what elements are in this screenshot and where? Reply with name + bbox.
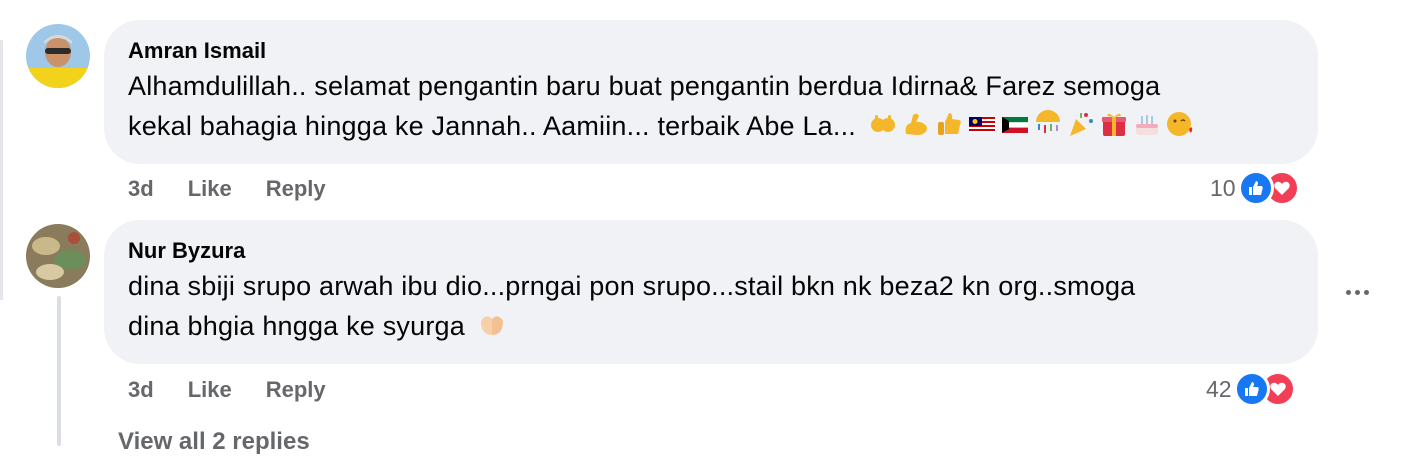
reaction-summary[interactable]: 10	[1210, 170, 1300, 206]
reply-button[interactable]: Reply	[266, 377, 326, 403]
comment-text-line-2: dina bhgia hngga ke syurga	[128, 311, 465, 341]
reply-button[interactable]: Reply	[266, 176, 326, 202]
like-reaction-icon	[1233, 371, 1270, 407]
avatar-nur-byzura[interactable]	[26, 224, 90, 288]
comment-text-line-2: kekal bahagia hingga ke Jannah.. Aamiin.…	[128, 111, 856, 141]
comment-actions: 3d Like Reply	[128, 176, 326, 202]
comment-text: dina sbiji srupo arwah ibu dio...prngai …	[128, 266, 1294, 346]
confetti-ball-icon	[1035, 110, 1060, 133]
comment-bubble: Amran Ismail Alhamdulillah.. selamat pen…	[104, 20, 1318, 164]
flexed-biceps-icon	[905, 113, 927, 135]
more-options-icon[interactable]	[1340, 280, 1374, 304]
kuwait-flag-icon	[1001, 117, 1028, 133]
face-blowing-kiss-icon	[1166, 112, 1192, 136]
view-replies-link[interactable]: View all 2 replies	[118, 428, 310, 456]
thumbs-up-icon	[937, 113, 961, 135]
reaction-count: 42	[1206, 375, 1232, 402]
party-popper-icon	[1069, 113, 1093, 136]
like-reaction-icon	[1237, 170, 1274, 206]
birthday-cake-icon	[1135, 115, 1158, 135]
wrapped-gift-icon	[1101, 113, 1126, 136]
page-edge-rule	[0, 40, 3, 300]
emoji-group	[477, 309, 507, 339]
comment-text: Alhamdulillah.. selamat pengantin baru b…	[128, 66, 1294, 146]
avatar-amran-ismail[interactable]	[26, 24, 90, 88]
like-button[interactable]: Like	[188, 377, 232, 403]
comment-timestamp[interactable]: 3d	[128, 176, 154, 202]
comment-author[interactable]: Nur Byzura	[128, 236, 1294, 266]
comment-author[interactable]: Amran Ismail	[128, 36, 1294, 66]
emoji-group	[868, 109, 1195, 139]
raising-hands-icon	[870, 115, 895, 132]
comment-timestamp[interactable]: 3d	[128, 377, 154, 403]
comment-actions: 3d Like Reply	[128, 377, 326, 403]
palms-up-together-icon	[480, 316, 503, 335]
reply-thread-line	[57, 296, 61, 446]
comment-text-line-1: Alhamdulillah.. selamat pengantin baru b…	[128, 71, 1161, 101]
reaction-count: 10	[1210, 174, 1236, 201]
malaysia-flag-icon	[968, 117, 995, 133]
comment-bubble: Nur Byzura dina sbiji srupo arwah ibu di…	[104, 220, 1318, 364]
reaction-summary[interactable]: 42	[1206, 371, 1296, 407]
like-button[interactable]: Like	[188, 176, 232, 202]
comment-text-line-1: dina sbiji srupo arwah ibu dio...prngai …	[128, 271, 1136, 301]
